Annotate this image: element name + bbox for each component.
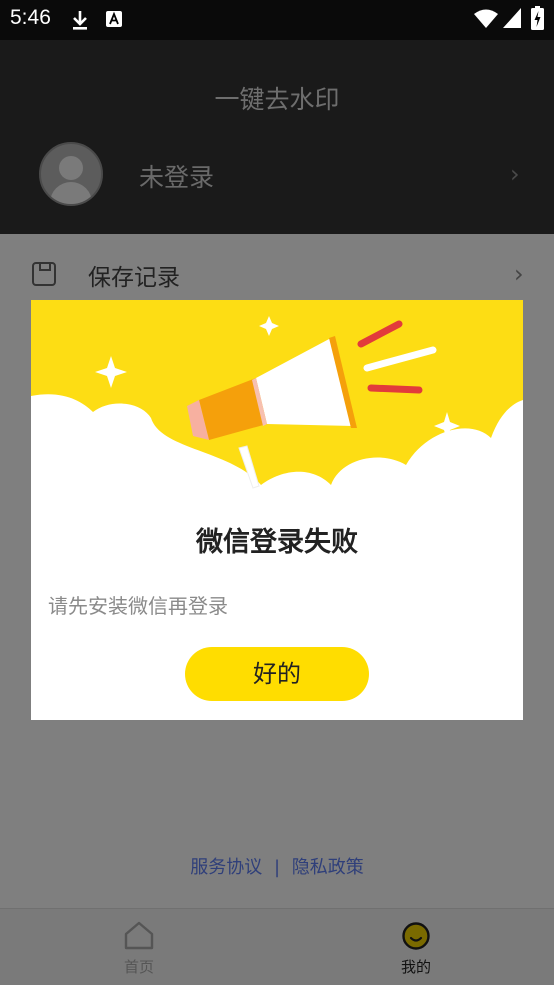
footer-links: 服务协议 | 隐私政策 bbox=[0, 853, 554, 879]
tab-mine[interactable]: 我的 bbox=[376, 918, 456, 976]
app-title: 一键去水印 bbox=[214, 85, 340, 114]
status-bar: 5:46 bbox=[0, 0, 554, 40]
signal-icon bbox=[503, 8, 521, 28]
avatar[interactable] bbox=[39, 142, 103, 206]
login-status-label[interactable]: 未登录 bbox=[139, 158, 214, 194]
dialog-title: 微信登录失败 bbox=[196, 527, 358, 558]
ok-button[interactable]: 好的 bbox=[185, 647, 369, 701]
link-separator: | bbox=[273, 857, 281, 878]
home-icon bbox=[124, 921, 154, 950]
avatar-body bbox=[50, 182, 92, 204]
tab-mine-label: 我的 bbox=[400, 958, 431, 976]
download-icon bbox=[73, 11, 87, 30]
chevron-right-icon[interactable]: › bbox=[514, 260, 524, 288]
service-agreement-link[interactable]: 服务协议 bbox=[190, 857, 262, 878]
tab-home-label: 首页 bbox=[123, 958, 154, 976]
privacy-policy-link[interactable]: 隐私政策 bbox=[292, 857, 364, 878]
menu-item-label: 保存记录 bbox=[88, 265, 180, 291]
profile-face-icon bbox=[402, 922, 430, 950]
chevron-right-icon[interactable]: › bbox=[510, 160, 520, 188]
megaphone-banner-illustration bbox=[31, 300, 523, 520]
profile-header bbox=[0, 40, 554, 234]
text-a-icon bbox=[106, 11, 122, 27]
bottom-nav bbox=[0, 908, 554, 985]
wifi-icon bbox=[474, 9, 498, 28]
dialog-message: 请先安装微信再登录 bbox=[48, 594, 228, 618]
save-icon bbox=[32, 262, 56, 286]
avatar-head bbox=[59, 156, 83, 180]
status-time: 5:46 bbox=[10, 6, 51, 29]
tab-home[interactable]: 首页 bbox=[99, 918, 179, 976]
menu-item-save-records[interactable] bbox=[0, 234, 554, 300]
battery-charging-icon bbox=[531, 6, 544, 30]
